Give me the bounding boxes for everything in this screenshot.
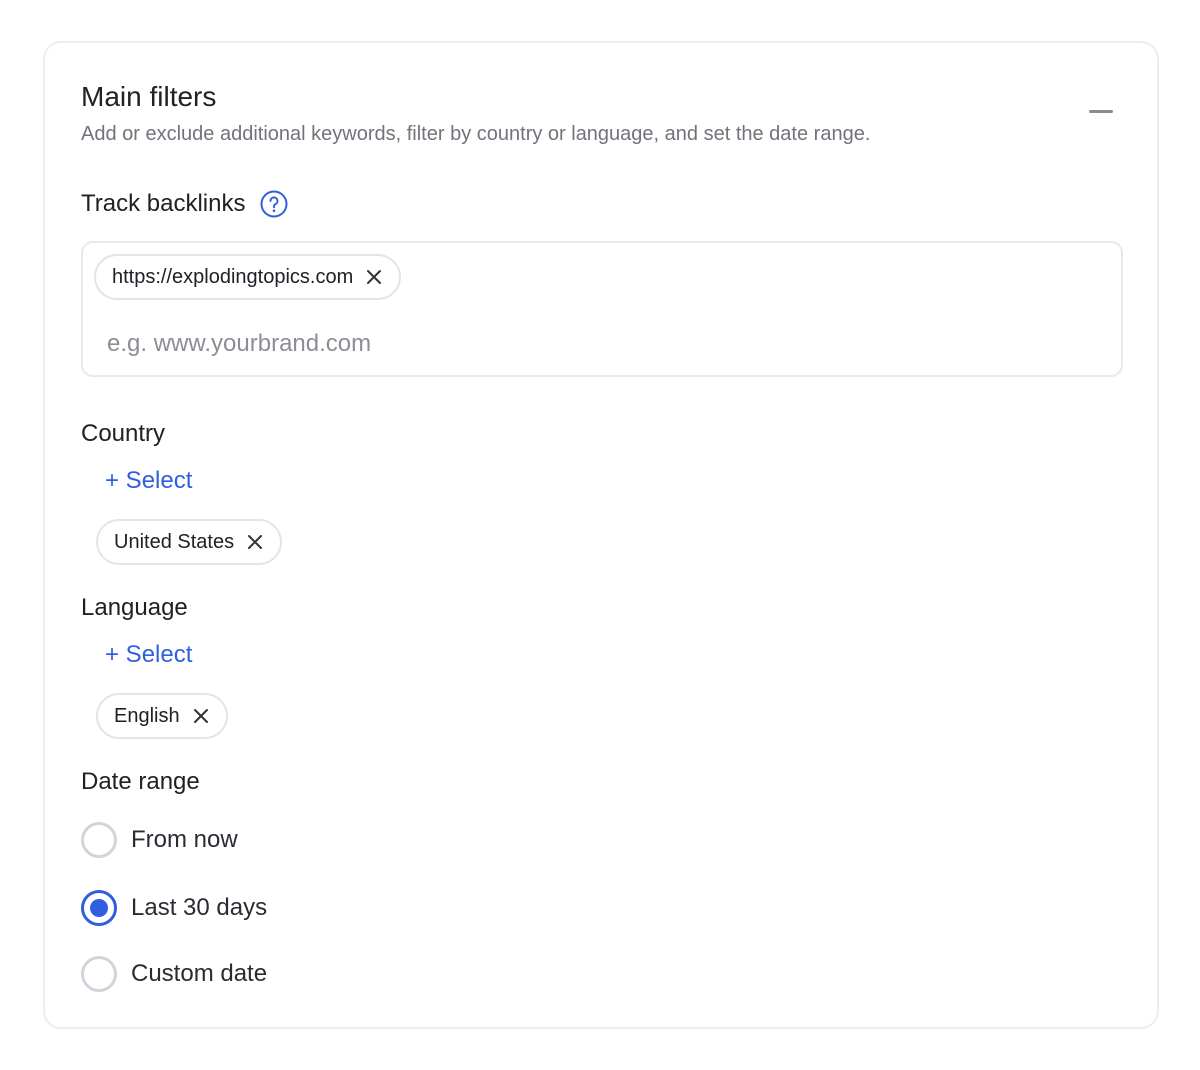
date-range-label: Date range: [81, 768, 200, 795]
radio-label: From now: [131, 826, 238, 853]
close-icon[interactable]: [365, 268, 383, 286]
country-select-button[interactable]: + Select: [105, 467, 192, 495]
track-backlinks-label: Track backlinks: [81, 189, 289, 219]
backlink-tag: https://explodingtopics.com: [94, 254, 402, 300]
country-label: Country: [81, 420, 166, 447]
backlink-tag-label: https://explodingtopics.com: [112, 265, 354, 288]
radio-button[interactable]: [81, 956, 117, 992]
collapse-button[interactable]: [1087, 109, 1115, 115]
panel-subtitle: Add or exclude additional keywords, filt…: [81, 123, 871, 145]
radio-label: Last 30 days: [131, 894, 268, 921]
radio-custom-date[interactable]: Custom date: [81, 956, 267, 992]
question-circle-icon[interactable]: [259, 189, 289, 219]
close-icon[interactable]: [246, 533, 264, 551]
language-tag-label: English: [114, 704, 180, 727]
country-tag-label: United States: [114, 530, 235, 553]
radio-button[interactable]: [81, 822, 117, 858]
radio-button-checked[interactable]: [81, 890, 117, 926]
close-icon[interactable]: [192, 707, 210, 725]
country-tag: United States: [96, 519, 283, 565]
radio-from-now[interactable]: From now: [81, 822, 238, 858]
language-label: Language: [81, 594, 188, 621]
radio-last-30-days[interactable]: Last 30 days: [81, 890, 267, 926]
language-select-button[interactable]: + Select: [105, 641, 192, 669]
track-backlinks-text: Track backlinks: [81, 190, 246, 217]
minus-icon: [1089, 110, 1113, 113]
radio-label: Custom date: [131, 960, 268, 987]
backlink-url-input[interactable]: [107, 327, 1007, 361]
language-tag: English: [96, 693, 228, 739]
backlinks-tag-box[interactable]: https://explodingtopics.com: [81, 241, 1123, 377]
main-filters-panel: Main filters Add or exclude additional k…: [43, 41, 1159, 1029]
panel-title: Main filters: [81, 81, 217, 112]
